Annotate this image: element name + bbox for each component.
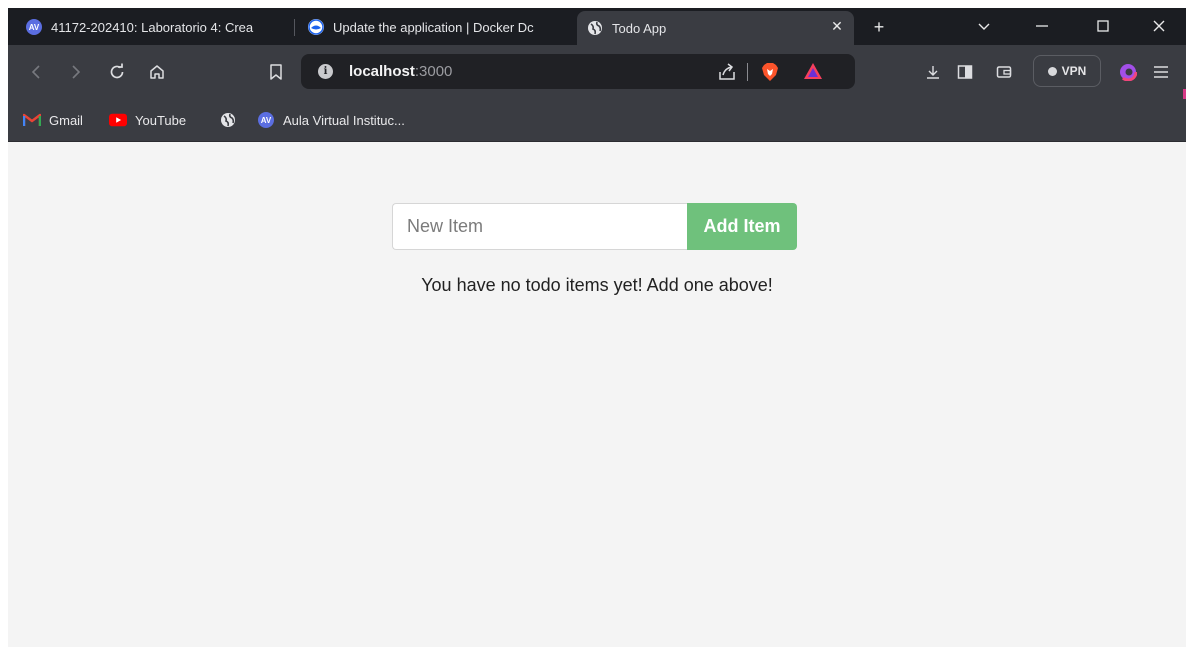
reload-icon[interactable] <box>104 59 130 85</box>
bookmark-youtube[interactable]: YouTube <box>109 110 186 130</box>
bookmark-label: Gmail <box>49 112 83 128</box>
home-icon[interactable] <box>144 59 170 85</box>
youtube-icon <box>109 112 127 128</box>
bookmark-label: Aula Virtual Instituc... <box>283 112 405 128</box>
close-tab-icon[interactable]: ✕ <box>830 19 844 33</box>
close-window-button[interactable] <box>1147 15 1171 39</box>
address-bar[interactable]: i localhost:3000 <box>301 54 855 89</box>
add-item-form: Add Item <box>392 203 798 250</box>
bookmark-globe[interactable] <box>219 110 245 130</box>
brave-shield-icon[interactable] <box>761 62 779 82</box>
tab-search-chevron-icon[interactable] <box>972 15 996 39</box>
tab-docker-docs[interactable]: Update the application | Docker Dc <box>298 12 572 42</box>
site-info-icon[interactable]: i <box>318 64 333 79</box>
address-bar-divider <box>747 63 748 81</box>
bookmarks-bar: Gmail YouTube AV Aula Virtual Instituc..… <box>8 99 1186 142</box>
url-host: localhost <box>349 63 415 80</box>
maximize-button[interactable] <box>1091 15 1115 39</box>
bookmark-aula-virtual[interactable]: AV Aula Virtual Instituc... <box>257 110 405 130</box>
wallet-icon[interactable] <box>991 59 1017 85</box>
empty-state-message: You have no todo items yet! Add one abov… <box>421 275 773 295</box>
av-badge-icon: AV <box>257 112 275 128</box>
docker-docs-icon <box>308 19 324 35</box>
menu-icon[interactable] <box>1148 59 1174 85</box>
share-icon[interactable] <box>717 62 737 82</box>
new-item-input[interactable] <box>392 203 687 250</box>
back-button[interactable] <box>23 59 49 85</box>
browser-window: AV 41172-202410: Laboratorio 4: Crea Upd… <box>8 8 1186 647</box>
url-text[interactable]: localhost:3000 <box>349 63 452 80</box>
vpn-label: VPN <box>1061 64 1087 78</box>
globe-icon <box>219 112 237 128</box>
forward-button[interactable] <box>63 59 89 85</box>
bookmark-gmail[interactable]: Gmail <box>23 110 83 130</box>
globe-icon <box>587 20 603 36</box>
av-badge-icon: AV <box>26 19 42 35</box>
bookmark-label: YouTube <box>135 112 187 128</box>
brave-rewards-icon[interactable] <box>803 62 823 80</box>
tab-strip: AV 41172-202410: Laboratorio 4: Crea Upd… <box>8 8 1186 45</box>
vpn-button[interactable]: VPN <box>1033 55 1101 87</box>
tab-title: 41172-202410: Laboratorio 4: Crea <box>51 19 254 35</box>
tab-separator <box>294 19 295 36</box>
bookmark-icon[interactable] <box>263 59 289 85</box>
downloads-icon[interactable] <box>920 59 946 85</box>
gmail-icon <box>23 112 41 128</box>
tab-laboratorio[interactable]: AV 41172-202410: Laboratorio 4: Crea <box>16 12 294 42</box>
tab-title: Todo App <box>612 20 667 36</box>
brave-leo-icon[interactable] <box>1115 59 1141 85</box>
browser-toolbar: i localhost:3000 VPN <box>8 45 1186 119</box>
tab-title: Update the application | Docker Dc <box>333 19 534 35</box>
todo-app-page: Add Item You have no todo items yet! Add… <box>8 142 1186 647</box>
add-item-button[interactable]: Add Item <box>687 203 797 250</box>
sidebar-icon[interactable] <box>952 59 978 85</box>
minimize-button[interactable] <box>1030 15 1054 39</box>
vpn-status-icon <box>1047 66 1057 76</box>
url-port: :3000 <box>414 63 453 80</box>
new-tab-button[interactable]: + <box>867 15 891 39</box>
tab-todo-app[interactable]: Todo App ✕ <box>577 11 854 45</box>
